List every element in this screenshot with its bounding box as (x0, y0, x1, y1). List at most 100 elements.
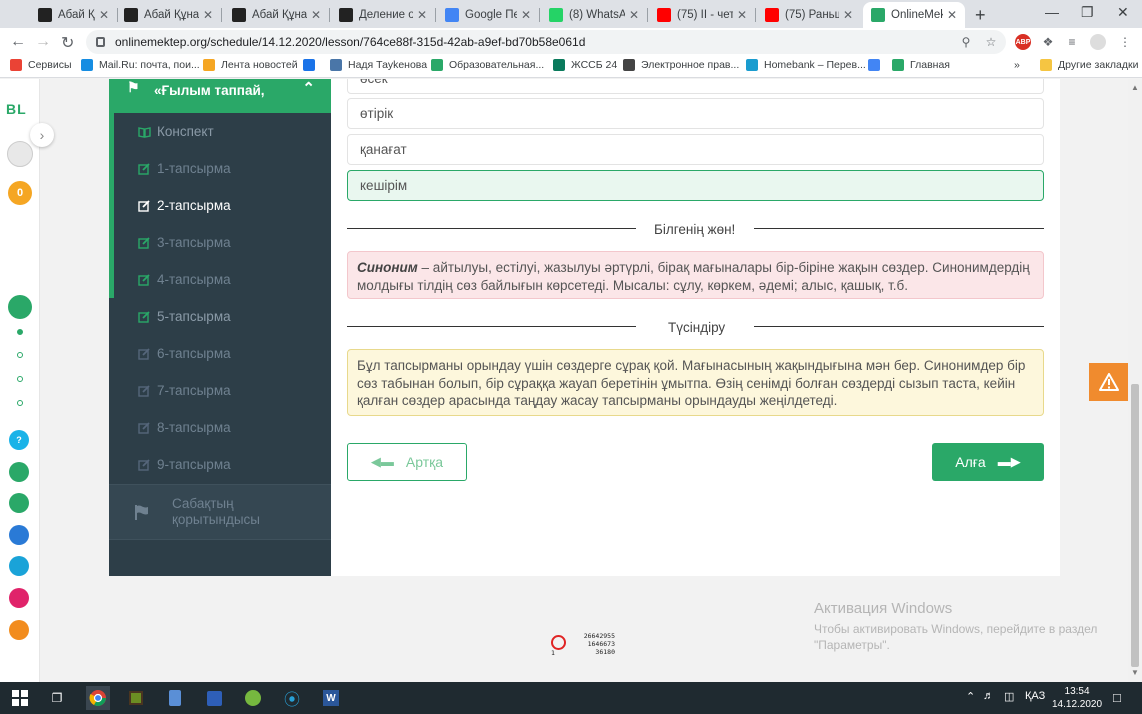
site-logo[interactable]: BL (6, 101, 27, 117)
bookmark-item[interactable]: Лента новостей (203, 59, 298, 71)
app-icon-1[interactable] (9, 462, 29, 482)
bookmark-item[interactable]: Сервисы (10, 59, 72, 71)
answer-option[interactable]: өсек (347, 79, 1044, 94)
answer-option-selected[interactable]: кешірім (347, 170, 1044, 201)
chevron-right-icon[interactable]: › (30, 123, 54, 147)
new-tab-button[interactable]: + (975, 5, 986, 26)
app-icon-6[interactable] (9, 620, 29, 640)
close-tab-icon[interactable]: ✕ (311, 8, 321, 22)
save-app-icon[interactable] (202, 686, 226, 710)
task-view-icon[interactable]: ❐ (45, 686, 69, 710)
bookmark-item[interactable]: Электронное прав... (623, 59, 739, 71)
sidebar-item-task[interactable]: 6-тапсырма (109, 335, 331, 372)
bookmark-item[interactable]: Homebank – Перев... (746, 59, 866, 71)
browser-tab[interactable]: Деление об ✕ (331, 2, 435, 28)
other-bookmarks[interactable]: Другие закладки (1040, 59, 1138, 71)
app-icon-2[interactable] (9, 493, 29, 513)
adblock-icon[interactable]: ABP (1015, 34, 1031, 50)
lesson-title-bar[interactable]: ⚑ «Ғылым таппай, ⌃ (109, 79, 331, 113)
back-button[interactable]: ◀▬ Артқа (347, 443, 467, 481)
sidebar-item-task[interactable]: 5-тапсырма (109, 298, 331, 335)
bookmark-item[interactable] (303, 59, 321, 71)
utorrent-icon[interactable] (241, 686, 265, 710)
reading-list-icon[interactable]: ≡ (1064, 34, 1080, 50)
windows-start-icon[interactable] (8, 686, 32, 710)
visit-counter[interactable]: 26642955 1646673 36180 1 (549, 630, 621, 657)
sidebar-item-summary[interactable]: Сабақтың қорытындысы (109, 485, 331, 539)
close-tab-icon[interactable]: ✕ (629, 8, 639, 22)
sidebar-item-task[interactable]: 8-тапсырма (109, 409, 331, 446)
sidebar-item-task[interactable]: 2-тапсырма (109, 187, 331, 224)
maximize-button[interactable]: ❐ (1081, 4, 1094, 21)
star-icon[interactable]: ☆ (983, 34, 999, 50)
bookmark-item[interactable]: Образовательная... (431, 59, 544, 71)
browser-tab[interactable]: (75) II - четв ✕ (649, 2, 755, 28)
coins-badge[interactable]: 0 (8, 181, 32, 205)
app-icon-3[interactable] (9, 525, 29, 545)
answer-option[interactable]: өтірік (347, 98, 1044, 129)
app-icon-5[interactable] (9, 588, 29, 608)
minecraft-icon[interactable] (124, 686, 148, 710)
browser-tab[interactable]: (75) Раньше ✕ (757, 2, 861, 28)
bookmark-item[interactable] (868, 59, 886, 71)
close-tab-icon[interactable]: ✕ (947, 8, 957, 22)
nav-dot[interactable] (17, 352, 23, 358)
app-icon-4[interactable] (9, 556, 29, 576)
onlinemektep-app-icon[interactable] (8, 295, 32, 319)
network-icon[interactable]: ◫ (1004, 690, 1014, 703)
word-icon[interactable]: W (319, 686, 343, 710)
scroll-down-icon[interactable]: ▼ (1131, 668, 1139, 677)
key-icon[interactable]: ⚲ (958, 34, 974, 50)
close-tab-icon[interactable]: ✕ (737, 8, 747, 22)
address-bar[interactable]: onlinemektep.org/schedule/14.12.2020/les… (86, 30, 1006, 54)
reload-icon[interactable]: ↻ (61, 33, 74, 53)
sidebar-item-task[interactable]: 3-тапсырма (109, 224, 331, 261)
tray-chevron-icon[interactable]: ⌃ (966, 690, 975, 703)
close-tab-icon[interactable]: ✕ (417, 8, 427, 22)
bookmark-item[interactable]: Главная (892, 59, 950, 71)
language-indicator[interactable]: ҚАЗ (1025, 690, 1045, 702)
close-window-button[interactable]: ✕ (1117, 4, 1129, 21)
chevron-up-icon[interactable]: ⌃ (302, 79, 315, 97)
more-bookmarks-icon[interactable]: » (1014, 59, 1020, 71)
help-icon[interactable]: ? (9, 430, 29, 450)
browser-tab[interactable]: Абай Құнанб ✕ (30, 2, 117, 28)
sidebar-item-task[interactable]: 7-тапсырма (109, 372, 331, 409)
answer-option[interactable]: қанағат (347, 134, 1044, 165)
edge-icon[interactable]: ⦿ (280, 686, 304, 710)
menu-icon[interactable]: ⋮ (1117, 34, 1133, 50)
page-scrollbar[interactable]: ▲ ▼ (1128, 79, 1142, 682)
scroll-thumb[interactable] (1131, 384, 1139, 667)
browser-tab[interactable]: Google Пере ✕ (437, 2, 539, 28)
close-tab-icon[interactable]: ✕ (843, 8, 853, 22)
report-problem-button[interactable] (1089, 363, 1128, 401)
back-arrow-icon[interactable]: ← (10, 33, 26, 51)
nav-dot[interactable] (17, 400, 23, 406)
bookmark-item[interactable]: Mail.Ru: почта, пои... (81, 59, 200, 71)
sidebar-item-task[interactable]: 4-тапсырма (109, 261, 331, 298)
bookmark-item[interactable]: ЖССБ 24 (553, 59, 617, 71)
bookmark-item[interactable]: Надя Тауkенова (330, 59, 427, 71)
browser-tab[interactable]: OnlineMekte ✕ (863, 2, 965, 28)
sidebar-item-task[interactable]: 9-тапсырма (109, 446, 331, 483)
sidebar-item-task[interactable]: 1-тапсырма (109, 150, 331, 187)
next-button[interactable]: Алға ▬▶ (932, 443, 1044, 481)
calculator-icon[interactable] (163, 686, 187, 710)
extensions-icon[interactable]: ❖ (1040, 34, 1056, 50)
browser-tab[interactable]: Абай Құнанб ✕ (224, 2, 329, 28)
system-clock[interactable]: 13:54 14.12.2020 (1052, 685, 1102, 711)
close-tab-icon[interactable]: ✕ (99, 8, 109, 22)
close-tab-icon[interactable]: ✕ (203, 8, 213, 22)
volume-icon[interactable]: ♬ (983, 690, 994, 702)
chrome-icon[interactable] (86, 686, 110, 710)
minimize-button[interactable]: — (1045, 4, 1059, 20)
browser-tab[interactable]: (8) WhatsApp ✕ (541, 2, 647, 28)
notifications-icon[interactable]: □ (1113, 690, 1121, 705)
profile-avatar[interactable] (1090, 34, 1106, 50)
sidebar-item-task[interactable]: Конспект (109, 113, 331, 150)
nav-dot-active[interactable] (17, 329, 23, 335)
user-avatar[interactable] (7, 141, 33, 167)
scroll-up-icon[interactable]: ▲ (1131, 83, 1139, 92)
close-tab-icon[interactable]: ✕ (521, 8, 531, 22)
nav-dot[interactable] (17, 376, 23, 382)
